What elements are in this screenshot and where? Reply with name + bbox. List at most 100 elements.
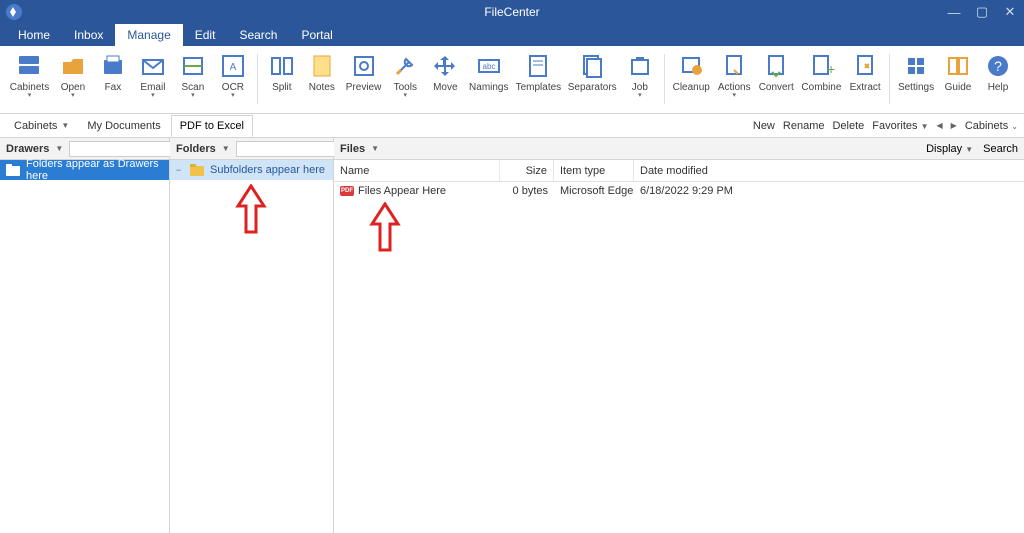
menu-tab-search[interactable]: Search: [227, 24, 289, 46]
move-button[interactable]: Move: [425, 50, 465, 95]
namings-button[interactable]: abcNamings: [465, 50, 512, 95]
combine-icon: +: [807, 52, 835, 80]
settings-button[interactable]: Settings: [894, 50, 938, 95]
tree-expand-icon[interactable]: −: [176, 165, 184, 175]
file-row[interactable]: PDF Files Appear Here 0 bytes Microsoft …: [334, 182, 1024, 200]
preview-label: Preview: [346, 82, 382, 93]
maximize-button[interactable]: ▢: [968, 0, 996, 24]
settings-icon: [902, 52, 930, 80]
cabinets-label: Cabinets: [14, 120, 57, 132]
extract-button[interactable]: Extract: [845, 50, 885, 95]
settings-label: Settings: [898, 82, 934, 93]
chevron-down-icon: ▾: [151, 93, 155, 99]
separators-icon: [578, 52, 606, 80]
help-button[interactable]: ? Help: [978, 50, 1018, 95]
ribbon-separator: [664, 54, 665, 104]
nav-back-icon[interactable]: ◀: [937, 121, 943, 130]
tools-button[interactable]: Tools▾: [385, 50, 425, 101]
chevron-down-icon: ▾: [191, 93, 195, 99]
convert-label: Convert: [759, 82, 794, 93]
drawers-title: Drawers: [6, 143, 49, 155]
menu-tab-inbox[interactable]: Inbox: [62, 24, 115, 46]
favorites-dropdown[interactable]: Favorites ▼: [872, 120, 928, 132]
drawer-row[interactable]: Folders appear as Drawers here: [0, 160, 169, 180]
notes-button[interactable]: Notes: [302, 50, 342, 95]
cabinets-nav-dropdown[interactable]: Cabinets ⌄: [965, 120, 1018, 132]
chevron-down-icon[interactable]: ▼: [55, 144, 63, 153]
main-area: Drawers ▼ Folders appear as Drawers here…: [0, 138, 1024, 533]
active-location-tab[interactable]: PDF to Excel: [171, 115, 253, 137]
drawers-panel: Drawers ▼ Folders appear as Drawers here: [0, 138, 170, 533]
file-size: 0 bytes: [500, 185, 554, 197]
job-icon: [626, 52, 654, 80]
display-dropdown[interactable]: Display ▼: [926, 143, 973, 155]
chevron-down-icon: ▼: [965, 145, 973, 154]
email-button[interactable]: Email▾: [133, 50, 173, 101]
split-label: Split: [272, 82, 291, 93]
folder-icon: [190, 164, 204, 176]
open-button[interactable]: Open▾: [53, 50, 93, 101]
svg-text:+: +: [827, 61, 835, 77]
combine-button[interactable]: + Combine: [798, 50, 845, 95]
folders-header: Folders ▼: [170, 138, 333, 160]
favorites-label: Favorites: [872, 120, 917, 132]
cleanup-icon: [677, 52, 705, 80]
file-type: Microsoft Edge PD...: [554, 185, 634, 197]
fax-button[interactable]: Fax: [93, 50, 133, 95]
actions-button[interactable]: Actions▾: [714, 50, 755, 101]
chevron-down-icon[interactable]: ▼: [222, 144, 230, 153]
job-button[interactable]: Job▾: [620, 50, 660, 101]
file-columns: Name Size Item type Date modified: [334, 160, 1024, 182]
cleanup-label: Cleanup: [673, 82, 710, 93]
menu-tab-manage[interactable]: Manage: [115, 24, 182, 46]
annotation-arrow-icon: [234, 184, 268, 234]
convert-button[interactable]: Convert: [755, 50, 798, 95]
rename-link[interactable]: Rename: [783, 120, 825, 132]
cabinets-icon: [15, 52, 43, 80]
help-label: Help: [988, 82, 1009, 93]
menu-tab-edit[interactable]: Edit: [183, 24, 228, 46]
namings-label: Namings: [469, 82, 508, 93]
files-header: Files ▼ Display ▼ Search: [334, 138, 1024, 160]
col-type[interactable]: Item type: [554, 160, 634, 181]
move-label: Move: [433, 82, 457, 93]
minimize-button[interactable]: —: [940, 0, 968, 24]
new-link[interactable]: New: [753, 120, 775, 132]
col-date[interactable]: Date modified: [634, 160, 754, 181]
split-icon: [268, 52, 296, 80]
notes-label: Notes: [309, 82, 335, 93]
guide-icon: [944, 52, 972, 80]
delete-link[interactable]: Delete: [832, 120, 864, 132]
ocr-button[interactable]: AOCR▾: [213, 50, 253, 101]
preview-button[interactable]: Preview: [342, 50, 385, 95]
cabinets-nav-label: Cabinets: [965, 120, 1008, 132]
search-link[interactable]: Search: [983, 143, 1018, 155]
open-icon: [59, 52, 87, 80]
menu-tab-portal[interactable]: Portal: [289, 24, 344, 46]
svg-text:A: A: [230, 62, 237, 73]
cleanup-button[interactable]: Cleanup: [669, 50, 714, 95]
menu-tab-home[interactable]: Home: [6, 24, 62, 46]
svg-text:?: ?: [994, 58, 1002, 74]
scan-button[interactable]: Scan▾: [173, 50, 213, 101]
secondary-bar: Cabinets ▼ My Documents PDF to Excel New…: [0, 114, 1024, 138]
app-title: FileCenter: [484, 5, 539, 19]
chevron-down-icon[interactable]: ▼: [371, 144, 379, 153]
extract-icon: [851, 52, 879, 80]
col-size[interactable]: Size: [500, 160, 554, 181]
guide-button[interactable]: Guide: [938, 50, 978, 95]
cabinets-dropdown[interactable]: Cabinets ▼: [6, 117, 77, 135]
separators-button[interactable]: Separators: [565, 50, 620, 95]
combine-label: Combine: [801, 82, 841, 93]
breadcrumb-item[interactable]: My Documents: [79, 117, 168, 135]
templates-button[interactable]: Templates: [512, 50, 564, 95]
help-icon: ?: [984, 52, 1012, 80]
split-button[interactable]: Split: [262, 50, 302, 95]
cabinets-button[interactable]: Cabinets▾: [6, 50, 53, 101]
preview-icon: [350, 52, 378, 80]
folder-row[interactable]: − Subfolders appear here: [170, 160, 333, 180]
chevron-down-icon: ▾: [638, 93, 642, 99]
nav-forward-icon[interactable]: ▶: [951, 121, 957, 130]
col-name[interactable]: Name: [334, 160, 500, 181]
close-button[interactable]: ✕: [996, 0, 1024, 24]
